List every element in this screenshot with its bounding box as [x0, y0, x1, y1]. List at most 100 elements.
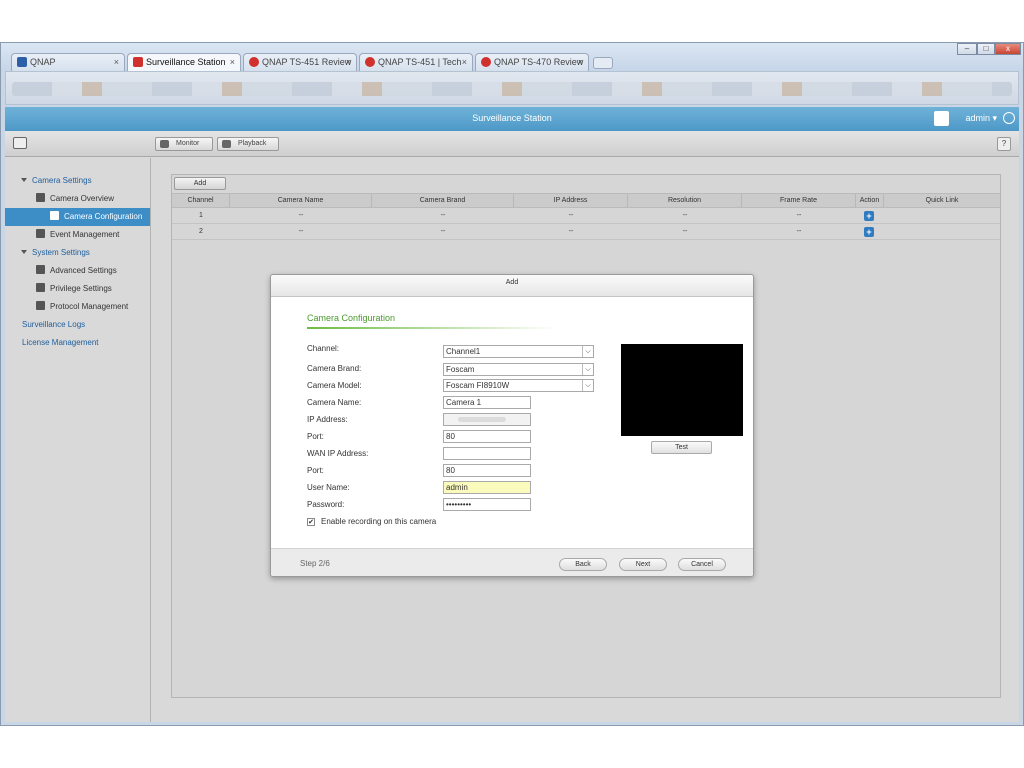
- close-window-button[interactable]: x: [995, 43, 1021, 55]
- username-input[interactable]: admin: [443, 481, 531, 494]
- table-row[interactable]: 2 -- -- -- -- -- +: [172, 225, 1000, 240]
- back-button[interactable]: Back: [559, 558, 607, 571]
- tab-label: QNAP TS-470 Review: [494, 57, 584, 67]
- globe-icon[interactable]: [1003, 112, 1015, 124]
- opera-icon: [249, 57, 259, 67]
- monitor-button[interactable]: Monitor: [155, 137, 213, 151]
- close-tab-icon[interactable]: ×: [230, 54, 235, 70]
- tab-label: QNAP TS-451 | Tech: [378, 57, 462, 67]
- table-row[interactable]: 1 -- -- -- -- -- +: [172, 209, 1000, 224]
- wan-port-input[interactable]: 80: [443, 464, 531, 477]
- table-cell: --: [682, 212, 688, 219]
- sidebar-item-camera-overview[interactable]: Camera Overview: [36, 190, 114, 208]
- qnap-icon: [17, 57, 27, 67]
- sidebar-item-advanced-settings[interactable]: Advanced Settings: [36, 262, 117, 280]
- sidebar-group-camera-settings[interactable]: Camera Settings: [21, 172, 92, 190]
- network-icon: [36, 301, 45, 310]
- table-cell: --: [298, 228, 304, 235]
- menu-grid-icon[interactable]: [13, 137, 27, 149]
- close-tab-icon[interactable]: ×: [346, 54, 351, 70]
- playback-label: Playback: [238, 140, 267, 147]
- sidebar-item-camera-configuration[interactable]: Camera Configuration: [5, 208, 150, 226]
- caret-down-icon: ▾: [992, 113, 997, 123]
- password-input[interactable]: •••••••••: [443, 498, 531, 511]
- sidebar-item-event-management[interactable]: Event Management: [36, 226, 119, 244]
- port-input[interactable]: 80: [443, 430, 531, 443]
- help-button[interactable]: ?: [997, 137, 1011, 151]
- column-header[interactable]: Camera Brand: [372, 194, 514, 207]
- column-header[interactable]: Channel: [172, 194, 230, 207]
- test-button[interactable]: Test: [651, 441, 712, 454]
- tab-ts451-review[interactable]: QNAP TS-451 Review ×: [243, 53, 357, 71]
- camera-model-select[interactable]: Foscam FI8910W ⌵: [443, 379, 594, 392]
- step-indicator: Step 2/6: [300, 559, 330, 568]
- add-camera-button[interactable]: Add: [174, 177, 226, 190]
- tab-label: Surveillance Station: [146, 57, 226, 67]
- sidebar-item-protocol-management[interactable]: Protocol Management: [36, 298, 128, 316]
- close-tab-icon[interactable]: ×: [462, 54, 467, 70]
- chevron-down-icon: ⌵: [582, 380, 593, 391]
- table-cell: --: [440, 212, 446, 219]
- maximize-button[interactable]: □: [977, 43, 995, 55]
- table-cell: 2: [199, 228, 203, 235]
- tab-label: QNAP: [30, 57, 56, 67]
- dialog-footer: Step 2/6 Back Next Cancel: [271, 548, 753, 576]
- column-header[interactable]: Action: [856, 194, 884, 207]
- enable-recording-checkbox[interactable]: ✔: [307, 518, 315, 526]
- camera-name-label: Camera Name:: [307, 398, 362, 407]
- address-toolbar: [5, 71, 1019, 105]
- camera-overview-icon: [36, 193, 45, 202]
- column-header[interactable]: Resolution: [628, 194, 742, 207]
- tab-surveillance-station[interactable]: Surveillance Station ×: [127, 53, 241, 72]
- add-camera-dialog: Add Camera Configuration Channel: Channe…: [270, 274, 754, 577]
- tab-qnap[interactable]: QNAP ×: [11, 53, 125, 71]
- user-name: admin: [965, 113, 990, 123]
- column-header[interactable]: Quick Link: [884, 194, 1000, 207]
- column-header[interactable]: IP Address: [514, 194, 628, 207]
- camera-brand-value: Foscam: [446, 365, 475, 374]
- channel-value: Channel1: [446, 347, 481, 356]
- sidebar-item-surveillance-logs[interactable]: Surveillance Logs: [22, 316, 85, 334]
- tab-bar: QNAP × Surveillance Station × QNAP TS-45…: [1, 43, 1023, 72]
- sidebar-group-system-settings[interactable]: System Settings: [21, 244, 90, 262]
- add-action-icon[interactable]: +: [864, 211, 874, 221]
- camera-model-label: Camera Model:: [307, 381, 362, 390]
- minimize-button[interactable]: –: [957, 43, 977, 55]
- app-header: Surveillance Station admin ▾: [5, 107, 1019, 131]
- camera-name-input[interactable]: Camera 1: [443, 396, 531, 409]
- chevron-down-icon: ⌵: [582, 364, 593, 375]
- next-button[interactable]: Next: [619, 558, 667, 571]
- playback-icon: [222, 140, 231, 148]
- close-tab-icon[interactable]: ×: [114, 54, 119, 70]
- new-tab-button[interactable]: [593, 57, 613, 69]
- event-icon: [36, 229, 45, 238]
- ip-address-input[interactable]: [443, 413, 531, 426]
- playback-button[interactable]: Playback: [217, 137, 279, 151]
- main-toolbar: Monitor Playback ?: [5, 131, 1019, 157]
- channel-label: Channel:: [307, 344, 340, 353]
- table-cell: --: [682, 228, 688, 235]
- close-tab-icon[interactable]: ×: [578, 54, 583, 70]
- port-label: Port:: [307, 432, 324, 441]
- cancel-button[interactable]: Cancel: [678, 558, 726, 571]
- column-header[interactable]: Frame Rate: [742, 194, 856, 207]
- camera-brand-select[interactable]: Foscam ⌵: [443, 363, 594, 376]
- chevron-down-icon: ⌵: [582, 346, 593, 357]
- camera-model-value: Foscam FI8910W: [446, 381, 510, 390]
- redacted-value: [458, 417, 506, 422]
- channel-select[interactable]: Channel1 ⌵: [443, 345, 594, 358]
- username-label: User Name:: [307, 483, 350, 492]
- column-header[interactable]: Camera Name: [230, 194, 372, 207]
- sidebar-item-license-management[interactable]: License Management: [22, 334, 99, 352]
- camera-icon: [50, 211, 59, 220]
- sidebar-item-privilege-settings[interactable]: Privilege Settings: [36, 280, 112, 298]
- wan-ip-input[interactable]: [443, 447, 531, 460]
- tab-ts451-tech[interactable]: QNAP TS-451 | Tech ×: [359, 53, 473, 71]
- user-avatar-icon[interactable]: [934, 111, 949, 126]
- table-cell: 1: [199, 212, 203, 219]
- add-action-icon[interactable]: +: [864, 227, 874, 237]
- tab-ts470-review[interactable]: QNAP TS-470 Review ×: [475, 53, 589, 71]
- user-icon: [36, 283, 45, 292]
- blurred-toolbar-content: [12, 82, 1012, 96]
- user-menu[interactable]: admin ▾: [965, 107, 997, 129]
